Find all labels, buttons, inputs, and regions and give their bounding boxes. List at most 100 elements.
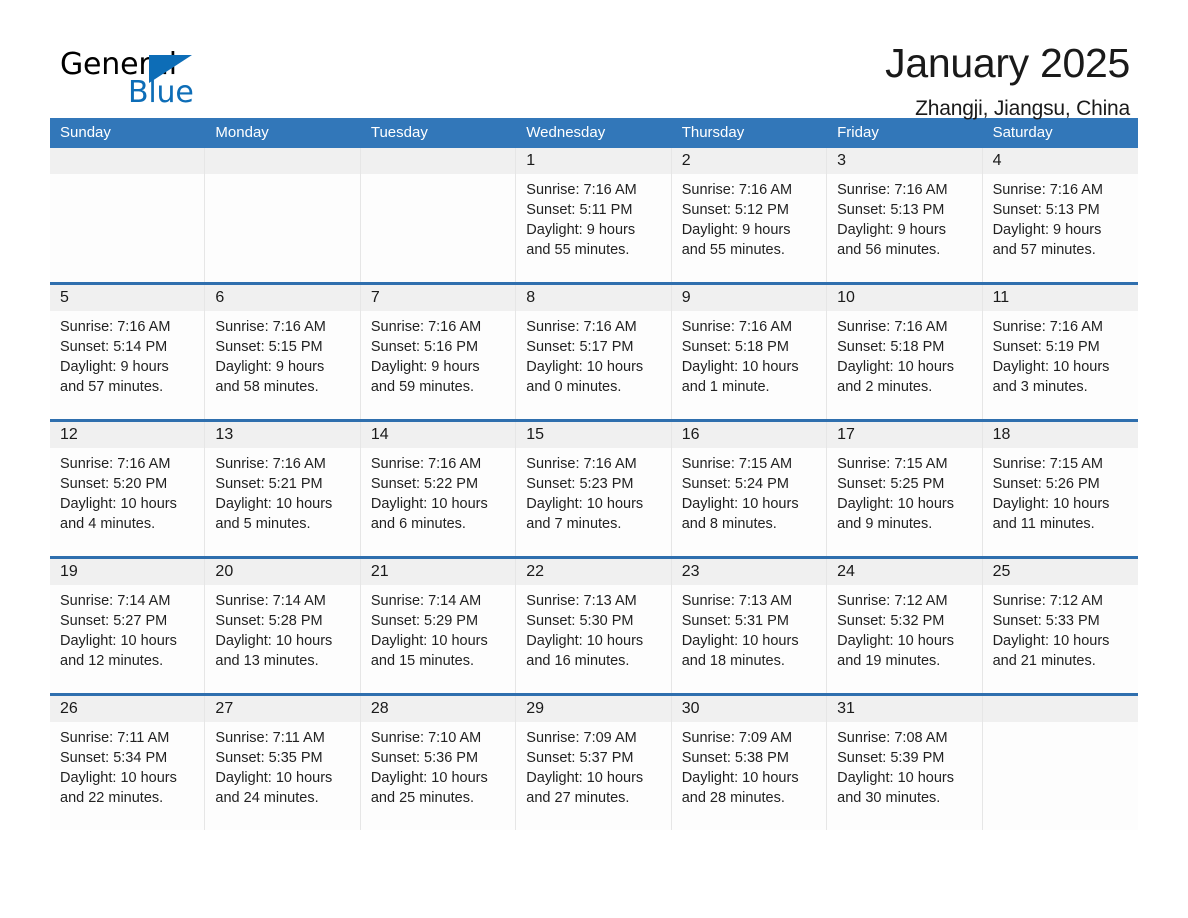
day-number-band: 7 — [360, 285, 516, 311]
generalblue-logo[interactable]: General Blue — [50, 42, 250, 112]
day-cell[interactable]: 10 Sunrise: 7:16 AM Sunset: 5:18 PM Dayligh… — [827, 285, 983, 419]
day-cell[interactable]: 11 Sunrise: 7:16 AM Sunset: 5:19 PM Dayligh… — [982, 285, 1138, 419]
day-cell[interactable]: 22 Sunrise: 7:13 AM Sunset: 5:30 PM Dayligh… — [516, 559, 672, 693]
daylight-text-line2: and 3 minutes. — [992, 379, 1088, 395]
day-cell[interactable]: 5 Sunrise: 7:16 AM Sunset: 5:14 PM Daylight… — [50, 285, 206, 419]
daylight-text-line1: Daylight: 10 hours — [992, 633, 1110, 649]
day-cell[interactable]: 29 Sunrise: 7:09 AM Sunset: 5:37 PM Dayligh… — [516, 696, 672, 830]
daylight-text-line1: Daylight: 10 hours — [837, 359, 955, 375]
day-number-band: 6 — [205, 285, 360, 311]
sunset-text: Sunset: 5:29 PM — [370, 613, 479, 629]
sunrise-text: Sunrise: 7:16 AM — [215, 319, 326, 335]
day-info: Sunrise: 7:09 AM Sunset: 5:37 PM Daylight:… — [516, 722, 670, 808]
day-cell[interactable]: 23 Sunrise: 7:13 AM Sunset: 5:31 PM Dayligh… — [671, 559, 828, 693]
day-info: Sunrise: 7:10 AM Sunset: 5:36 PM Daylight:… — [361, 722, 515, 808]
day-number-band: 18 — [982, 422, 1138, 448]
day-number: 5 — [60, 289, 69, 306]
day-cell[interactable]: 24 Sunrise: 7:12 AM Sunset: 5:32 PM Dayligh… — [827, 559, 983, 693]
day-number: 10 — [837, 289, 855, 306]
daylight-text-line2: and 56 minutes. — [837, 242, 941, 258]
day-cell[interactable]: 7 Sunrise: 7:16 AM Sunset: 5:16 PM Daylight… — [360, 285, 517, 419]
day-number-band: 8 — [516, 285, 671, 311]
day-number: 31 — [837, 700, 855, 717]
day-cell[interactable]: 2 Sunrise: 7:16 AM Sunset: 5:12 PM Daylight… — [671, 148, 828, 282]
day-cell[interactable]: 3 Sunrise: 7:16 AM Sunset: 5:13 PM Daylight… — [827, 148, 983, 282]
daylight-text-line2: and 0 minutes. — [526, 379, 622, 395]
day-number: 9 — [681, 289, 691, 306]
daylight-text-line2: and 59 minutes. — [370, 379, 475, 395]
sunrise-text: Sunrise: 7:12 AM — [837, 593, 948, 609]
day-number: 28 — [370, 700, 389, 717]
weekday-header-wednesday: Wednesday — [526, 124, 606, 141]
day-cell[interactable]: 14 Sunrise: 7:16 AM Sunset: 5:22 PM Dayligh… — [360, 422, 517, 556]
day-number-band: 31 — [827, 696, 982, 722]
sunset-text: Sunset: 5:21 PM — [215, 476, 323, 492]
day-cell[interactable]: 18 Sunrise: 7:15 AM Sunset: 5:26 PM Dayligh… — [982, 422, 1138, 556]
day-number: 13 — [215, 426, 234, 443]
day-cell[interactable]: 9 Sunrise: 7:16 AM Sunset: 5:18 PM Daylight… — [671, 285, 828, 419]
sunrise-text: Sunrise: 7:16 AM — [681, 182, 793, 198]
day-number: 21 — [370, 563, 389, 580]
day-cell-empty — [205, 148, 361, 282]
day-number-band: 4 — [982, 148, 1138, 174]
day-cell[interactable]: 13 Sunrise: 7:16 AM Sunset: 5:21 PM Dayligh… — [205, 422, 361, 556]
calendar-weeks: 1 Sunrise: 7:16 AM Sunset: 5:11 PM Daylight… — [50, 148, 1138, 830]
day-cell[interactable]: 19 Sunrise: 7:14 AM Sunset: 5:27 PM Dayligh… — [50, 559, 206, 693]
day-cell[interactable]: 17 Sunrise: 7:15 AM Sunset: 5:25 PM Dayligh… — [827, 422, 983, 556]
day-info: Sunrise: 7:11 AM Sunset: 5:35 PM Daylight:… — [205, 722, 359, 808]
sunset-text: Sunset: 5:19 PM — [992, 339, 1100, 355]
day-info: Sunrise: 7:15 AM Sunset: 5:26 PM Daylight:… — [983, 448, 1138, 534]
day-cell[interactable]: 30 Sunrise: 7:09 AM Sunset: 5:38 PM Dayligh… — [671, 696, 828, 830]
calendar-page: General Blue January 2025 Zhangji, Jiang… — [0, 0, 1188, 918]
sunset-text: Sunset: 5:18 PM — [681, 339, 789, 355]
day-cell[interactable]: 8 Sunrise: 7:16 AM Sunset: 5:17 PM Daylight… — [516, 285, 672, 419]
day-cell[interactable]: 28 Sunrise: 7:10 AM Sunset: 5:36 PM Dayligh… — [360, 696, 517, 830]
sunset-text: Sunset: 5:37 PM — [526, 750, 634, 766]
daylight-text-line1: Daylight: 10 hours — [60, 496, 177, 512]
daylight-text-line1: Daylight: 10 hours — [215, 770, 333, 786]
weekday-header-friday: Friday — [837, 124, 879, 141]
day-number-band: 29 — [516, 696, 671, 722]
day-cell[interactable]: 31 Sunrise: 7:08 AM Sunset: 5:39 PM Dayligh… — [827, 696, 983, 830]
day-cell[interactable]: 4 Sunrise: 7:16 AM Sunset: 5:13 PM Daylight… — [982, 148, 1138, 282]
day-number-band: 10 — [827, 285, 982, 311]
day-info: Sunrise: 7:11 AM Sunset: 5:34 PM Daylight:… — [50, 722, 204, 808]
sunrise-text: Sunrise: 7:16 AM — [60, 456, 171, 472]
daylight-text-line2: and 2 minutes. — [837, 379, 933, 395]
daylight-text-line1: Daylight: 10 hours — [837, 496, 955, 512]
day-number: 3 — [837, 152, 847, 169]
day-cell[interactable]: 21 Sunrise: 7:14 AM Sunset: 5:29 PM Dayligh… — [360, 559, 517, 693]
daylight-text-line1: Daylight: 10 hours — [992, 496, 1110, 512]
day-cell[interactable]: 26 Sunrise: 7:11 AM Sunset: 5:34 PM Dayligh… — [50, 696, 206, 830]
day-cell[interactable]: 16 Sunrise: 7:15 AM Sunset: 5:24 PM Dayligh… — [671, 422, 828, 556]
day-cell[interactable]: 6 Sunrise: 7:16 AM Sunset: 5:15 PM Daylight… — [205, 285, 361, 419]
day-cell[interactable]: 25 Sunrise: 7:12 AM Sunset: 5:33 PM Dayligh… — [982, 559, 1138, 693]
daylight-text-line1: Daylight: 10 hours — [60, 633, 177, 649]
day-cell[interactable]: 20 Sunrise: 7:14 AM Sunset: 5:28 PM Dayligh… — [205, 559, 361, 693]
day-info: Sunrise: 7:16 AM Sunset: 5:23 PM Daylight:… — [516, 448, 670, 534]
day-cell[interactable]: 1 Sunrise: 7:16 AM Sunset: 5:11 PM Daylight… — [516, 148, 672, 282]
sunset-text: Sunset: 5:35 PM — [215, 750, 323, 766]
daylight-text-line2: and 8 minutes. — [681, 516, 777, 532]
day-info: Sunrise: 7:14 AM Sunset: 5:28 PM Daylight:… — [205, 585, 359, 671]
day-cell[interactable]: 12 Sunrise: 7:16 AM Sunset: 5:20 PM Dayligh… — [50, 422, 206, 556]
weekday-header-monday: Monday — [215, 124, 269, 141]
day-number: 24 — [837, 563, 855, 580]
day-number: 7 — [370, 289, 380, 306]
daylight-text-line2: and 7 minutes. — [526, 516, 622, 532]
sunset-text: Sunset: 5:34 PM — [60, 750, 168, 766]
day-cell-empty — [982, 696, 1138, 830]
sunset-text: Sunset: 5:27 PM — [60, 613, 168, 629]
daylight-text-line1: Daylight: 10 hours — [681, 770, 799, 786]
daylight-text-line1: Daylight: 10 hours — [681, 496, 799, 512]
daylight-text-line2: and 9 minutes. — [837, 516, 933, 532]
day-cell[interactable]: 15 Sunrise: 7:16 AM Sunset: 5:23 PM Dayligh… — [516, 422, 672, 556]
day-info: Sunrise: 7:16 AM Sunset: 5:11 PM Daylight:… — [516, 174, 670, 260]
daylight-text-line1: Daylight: 10 hours — [526, 770, 644, 786]
day-cell[interactable]: 27 Sunrise: 7:11 AM Sunset: 5:35 PM Dayligh… — [205, 696, 361, 830]
day-number-band: 24 — [827, 559, 982, 585]
calendar-week-row: 5 Sunrise: 7:16 AM Sunset: 5:14 PM Daylight… — [50, 282, 1138, 419]
sunset-text: Sunset: 5:33 PM — [992, 613, 1100, 629]
day-info: Sunrise: 7:16 AM Sunset: 5:12 PM Daylight:… — [672, 174, 826, 260]
day-info: Sunrise: 7:16 AM Sunset: 5:16 PM Daylight:… — [361, 311, 515, 397]
